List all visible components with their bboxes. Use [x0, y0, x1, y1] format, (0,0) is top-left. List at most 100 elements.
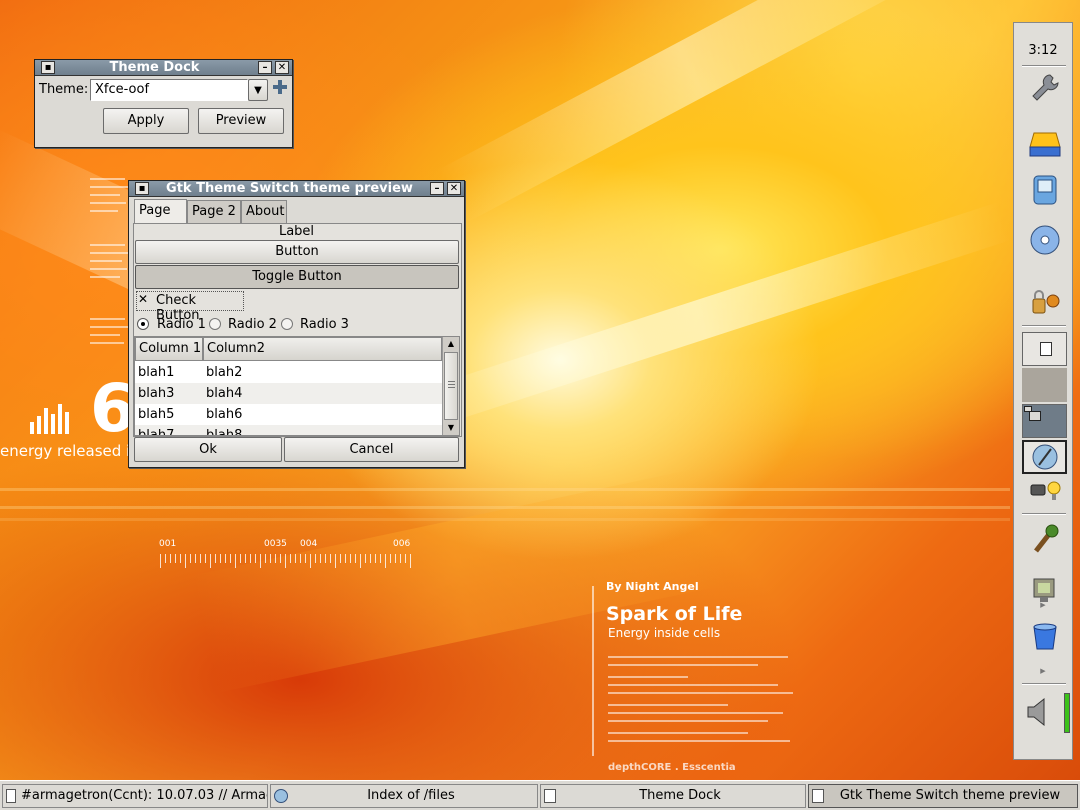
- check-button[interactable]: ✕ Check Button: [136, 291, 244, 323]
- pda-icon[interactable]: [1028, 173, 1062, 207]
- tab-page-2[interactable]: Page 2: [187, 200, 241, 223]
- radio-3[interactable]: Radio 3: [281, 316, 351, 334]
- wallpaper-credit-fine-text: [608, 656, 798, 756]
- column-header-1-label: Column 1: [139, 341, 202, 356]
- add-theme-button[interactable]: [270, 79, 290, 101]
- counter-tick: [385, 554, 386, 568]
- scroll-down-arrow[interactable]: ▼: [443, 421, 459, 435]
- scroll-up-arrow[interactable]: ▲: [443, 337, 459, 351]
- theme-dock-title: Theme Dock: [109, 60, 200, 75]
- counter-tick: [255, 554, 256, 563]
- counter-tick: [225, 554, 226, 563]
- counter-label-3: 004: [300, 539, 318, 549]
- counter-tick: [375, 554, 376, 563]
- radio-1[interactable]: Radio 1: [137, 316, 207, 334]
- task-index-files[interactable]: Index of /files: [270, 784, 538, 808]
- expand-arrow-icon[interactable]: ▶: [1014, 601, 1072, 609]
- column-header-2-label: Column2: [207, 341, 266, 356]
- window-menu-button[interactable]: ▪: [135, 182, 149, 195]
- task-theme-preview-label: Gtk Theme Switch theme preview: [839, 788, 1061, 803]
- theme-combo-dropdown-button[interactable]: ▼: [248, 79, 268, 101]
- trash-icon[interactable]: [1028, 619, 1062, 653]
- task-theme-dock[interactable]: Theme Dock: [540, 784, 806, 808]
- close-button[interactable]: ✕: [447, 182, 461, 195]
- counter-tick: [335, 554, 336, 568]
- taskbar: #armagetron(Ccnt): 10.07.03 // Armage In…: [0, 780, 1080, 810]
- apply-button[interactable]: Apply: [103, 108, 189, 134]
- workspace-4[interactable]: [1022, 440, 1067, 474]
- radio-unselected-icon: [209, 318, 221, 330]
- counter-tick: [275, 554, 276, 563]
- list-cell-col1: blah7: [138, 428, 175, 436]
- theme-combo-entry[interactable]: Xfce-oof: [90, 79, 248, 101]
- cd-player-icon[interactable]: [1028, 223, 1062, 257]
- scroll-thumb[interactable]: [444, 352, 458, 420]
- demo-button[interactable]: Button: [135, 240, 459, 264]
- theme-dock-window: ▪ Theme Dock – ✕ Theme: Xfce-oof ▼ Apply…: [34, 59, 293, 148]
- wallpaper-subtitle: Energy inside cells: [608, 626, 721, 640]
- counter-tick: [355, 554, 356, 563]
- counter-tick: [400, 554, 401, 563]
- drive-icon[interactable]: [1028, 127, 1062, 161]
- wallpaper-title: Spark of Life: [606, 603, 743, 625]
- preview-button[interactable]: Preview: [198, 108, 284, 134]
- lock-icon[interactable]: [1028, 285, 1062, 319]
- cancel-button-label: Cancel: [349, 442, 394, 457]
- demo-button-label: Button: [275, 244, 319, 259]
- counter-tick: [295, 554, 296, 563]
- window-icon: [812, 789, 824, 803]
- task-index-files-label: Index of /files: [367, 788, 455, 803]
- radio-2-label: Radio 2: [228, 317, 277, 332]
- workspace-1[interactable]: [1022, 332, 1067, 366]
- volume-meter[interactable]: [1064, 693, 1070, 733]
- close-button[interactable]: ✕: [275, 61, 289, 74]
- radio-2[interactable]: Radio 2: [209, 316, 279, 334]
- tab-page-1[interactable]: Page 1: [134, 199, 187, 240]
- workspace-3[interactable]: [1022, 404, 1067, 438]
- radio-1-label: Radio 1: [157, 317, 206, 332]
- task-theme-preview[interactable]: Gtk Theme Switch theme preview: [808, 784, 1078, 808]
- column-header-1[interactable]: Column 1: [135, 337, 203, 361]
- theme-dock-titlebar[interactable]: ▪ Theme Dock – ✕: [35, 60, 292, 76]
- preview-titlebar[interactable]: ▪ Gtk Theme Switch theme preview – ✕: [129, 181, 464, 197]
- column-header-2[interactable]: Column2: [203, 337, 442, 361]
- workspace-2[interactable]: [1022, 368, 1067, 402]
- volume-speaker-icon[interactable]: [1022, 695, 1056, 729]
- minimize-button[interactable]: –: [258, 61, 272, 74]
- list-row[interactable]: blah1 blah2: [135, 362, 442, 383]
- tab-about[interactable]: About: [241, 200, 287, 223]
- counter-tick: [345, 554, 346, 563]
- theme-label: Theme:: [39, 82, 89, 97]
- counter-tick: [195, 554, 196, 563]
- list-row[interactable]: blah3 blah4: [135, 383, 442, 404]
- chevron-down-icon: ▼: [254, 85, 262, 96]
- plus-icon: [273, 80, 287, 94]
- task-armagetron[interactable]: #armagetron(Ccnt): 10.07.03 // Armage: [2, 784, 268, 808]
- counter-tick: [395, 554, 396, 563]
- list-cell-col2: blah4: [206, 386, 243, 401]
- terminal-icon: [6, 789, 16, 803]
- cancel-button[interactable]: Cancel: [284, 437, 459, 462]
- counter-tick: [365, 554, 366, 563]
- counter-tick: [360, 554, 361, 568]
- plug-icon[interactable]: [1028, 475, 1062, 509]
- wallpaper-brand: depthCORE . Esscentia: [608, 762, 736, 773]
- list-scrollbar[interactable]: ▲ ▼: [442, 337, 459, 435]
- paint-brush-icon[interactable]: [1028, 523, 1062, 557]
- panel-clock[interactable]: 3:12: [1014, 43, 1072, 58]
- minimize-button[interactable]: –: [430, 182, 444, 195]
- counter-tick: [340, 554, 341, 563]
- preview-title: Gtk Theme Switch theme preview: [166, 181, 413, 196]
- counter-tick: [160, 554, 161, 568]
- list-row[interactable]: blah5 blah6: [135, 404, 442, 425]
- counter-tick: [380, 554, 381, 563]
- counter-tick: [290, 554, 291, 563]
- list-row[interactable]: blah7 blah8: [135, 425, 442, 436]
- radio-unselected-icon: [281, 318, 293, 330]
- ok-button[interactable]: Ok: [134, 437, 282, 462]
- list-view[interactable]: Column 1 Column2 blah1 blah2 blah3 blah4 bla…: [134, 336, 460, 436]
- toggle-button[interactable]: Toggle Button: [135, 265, 459, 289]
- window-menu-button[interactable]: ▪: [41, 61, 55, 74]
- settings-wrench-icon[interactable]: [1028, 71, 1062, 105]
- expand-arrow-icon[interactable]: ▶: [1014, 667, 1072, 675]
